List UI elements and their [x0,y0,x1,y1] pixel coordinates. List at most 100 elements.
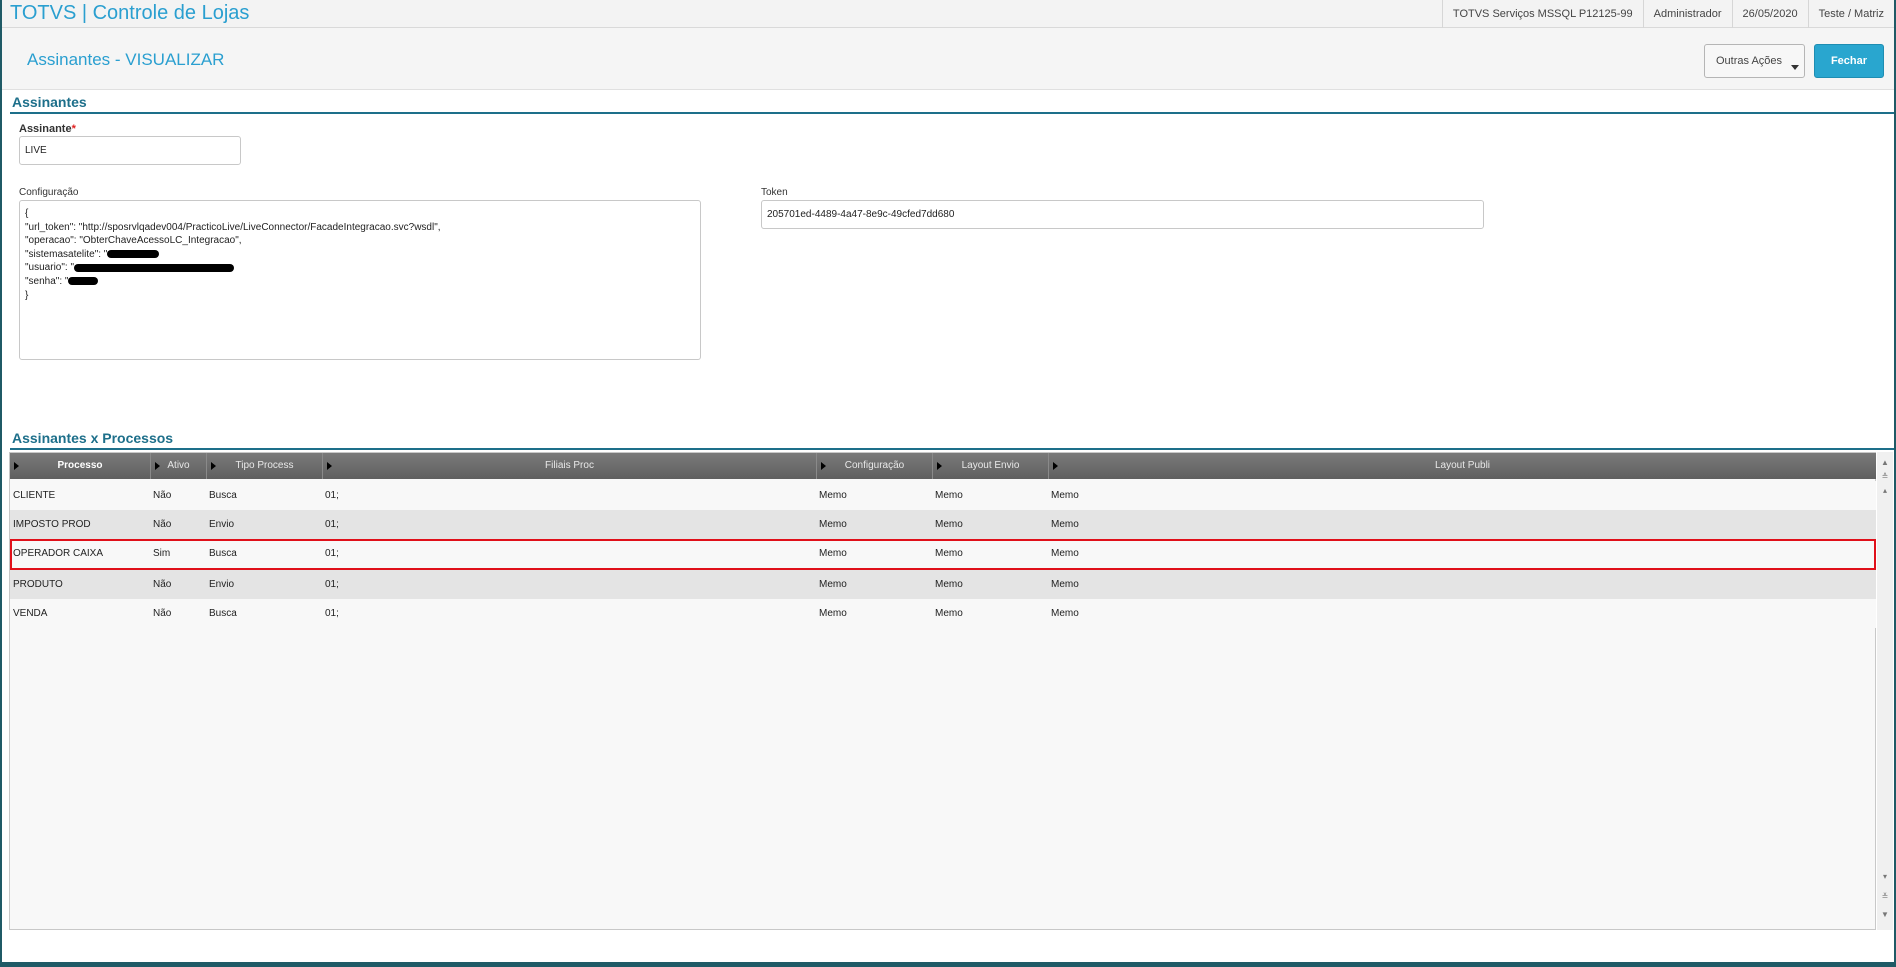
config-label: Configuração [19,187,79,198]
cell-tipo: Busca [209,608,237,619]
subscriber-label: Assinante* [19,123,76,135]
scroll-bottom-icon[interactable]: ▼ [1880,910,1890,920]
table-row[interactable]: IMPOSTO PROD Não Envio 01; Memo Memo Mem… [10,510,1876,539]
cell-ativo: Não [153,608,172,619]
required-mark: * [71,123,76,135]
cell-ativo: Não [153,579,172,590]
config-line: "usuario": " [25,261,695,275]
sort-arrow-icon [155,462,160,470]
config-line-text: "usuario": " [25,262,75,274]
top-info: TOTVS Serviços MSSQL P12125-99 Administr… [1441,0,1894,28]
col-header-layout-envio[interactable]: Layout Envio [933,453,1049,479]
section-divider [10,112,1894,114]
cell-layout-envio: Memo [935,548,963,559]
col-header-filiais[interactable]: Filiais Proc [323,453,817,479]
other-actions-label: Outras Ações [1716,55,1783,67]
cell-processo: PRODUTO [13,579,63,590]
date-info[interactable]: 26/05/2020 [1731,0,1808,28]
table-row[interactable]: PRODUTO Não Envio 01; Memo Memo Memo [10,570,1876,599]
cell-filiais: 01; [325,608,339,619]
col-header-tipo[interactable]: Tipo Process [207,453,323,479]
col-header-layout-publi[interactable]: Layout Publi [1049,453,1876,479]
section-title-processos: Assinantes x Processos [12,430,174,446]
section-title-assinantes: Assinantes [12,94,87,110]
app-title: TOTVS | Controle de Lojas [10,2,250,24]
cell-layout-publi: Memo [1051,579,1079,590]
bottom-border [2,962,1894,967]
cell-processo: IMPOSTO PROD [13,519,91,530]
col-header-label: Layout Envio [961,460,1020,471]
config-textarea[interactable]: { "url_token": "http://sposrvlqadev004/P… [19,200,701,360]
cell-tipo: Busca [209,490,237,501]
cell-tipo: Busca [209,548,237,559]
cell-layout-envio: Memo [935,608,963,619]
sort-arrow-icon [937,462,942,470]
config-line: } [25,289,29,301]
col-header-label: Ativo [167,460,190,471]
cell-processo: VENDA [13,608,48,619]
cell-tipo: Envio [209,579,235,590]
cell-layout-envio: Memo [935,579,963,590]
config-line: "url_token": "http://sposrvlqadev004/Pra… [25,221,441,233]
col-header-config[interactable]: Configuração [817,453,933,479]
col-header-label: Filiais Proc [545,460,594,471]
top-bar: TOTVS | Controle de Lojas TOTVS Serviços… [2,0,1894,28]
processes-grid[interactable]: Processo Ativo Tipo Process Filiais Proc… [9,452,1876,930]
sort-arrow-icon [14,462,19,470]
table-row[interactable]: VENDA Não Busca 01; Memo Memo Memo [10,599,1876,628]
cell-config: Memo [819,579,847,590]
cell-filiais: 01; [325,490,339,501]
col-header-label: Processo [57,460,103,471]
table-row[interactable]: CLIENTE Não Busca 01; Memo Memo Memo [10,481,1876,510]
other-actions-button[interactable]: Outras Ações [1704,44,1805,78]
config-line: "senha": " [25,275,695,289]
page-title: Assinantes - VISUALIZAR [27,50,225,69]
scroll-up-icon[interactable]: ▴ [1880,486,1890,496]
server-info: TOTVS Serviços MSSQL P12125-99 [1441,0,1643,28]
config-line-text: "sistemasatelite": " [25,248,108,260]
col-header-processo[interactable]: Processo [10,453,151,479]
cell-layout-envio: Memo [935,519,963,530]
grid-scrollbar[interactable]: ▲ ≙ ▴ ▾ ≚ ▼ [1877,452,1893,930]
close-button[interactable]: Fechar [1814,44,1884,78]
user-info[interactable]: Administrador [1642,0,1732,28]
cell-config: Memo [819,519,847,530]
grid-header: Processo Ativo Tipo Process Filiais Proc… [10,453,1876,479]
sort-arrow-icon [1053,462,1058,470]
page-header: Assinantes - VISUALIZAR Outras Ações Fec… [2,28,1894,90]
table-row-highlighted[interactable]: OPERADOR CAIXA Sim Busca 01; Memo Memo M… [10,539,1876,570]
token-field[interactable]: 205701ed-4489-4a47-8e9c-49cfed7dd680 [761,200,1484,229]
col-header-label: Layout Publi [1434,460,1491,471]
col-header-label: Configuração [844,460,905,471]
sort-arrow-icon [211,462,216,470]
config-line: "operacao": "ObterChaveAcessoLC_Integrac… [25,235,242,247]
config-line-text: "senha": " [25,275,69,287]
cell-filiais: 01; [325,579,339,590]
cell-ativo: Sim [153,548,171,559]
token-label: Token [761,187,788,198]
scroll-page-down-icon[interactable]: ≚ [1880,892,1890,902]
cell-config: Memo [819,548,847,559]
redaction-mark [107,250,160,259]
cell-layout-envio: Memo [935,490,963,501]
subscriber-field[interactable]: LIVE [19,136,241,165]
redaction-mark [74,263,235,272]
cell-layout-publi: Memo [1051,548,1079,559]
subscriber-label-text: Assinante [19,123,72,135]
cell-processo: OPERADOR CAIXA [13,548,104,559]
cell-layout-publi: Memo [1051,608,1079,619]
config-line: "sistemasatelite": " [25,248,695,262]
cell-ativo: Não [153,490,172,501]
config-line: { [25,208,29,219]
sort-arrow-icon [821,462,826,470]
cell-config: Memo [819,608,847,619]
section-divider [10,448,1894,450]
cell-filiais: 01; [325,519,339,530]
branch-info[interactable]: Teste / Matriz [1807,0,1894,28]
cell-config: Memo [819,490,847,501]
cell-processo: CLIENTE [13,490,56,501]
scroll-down-icon[interactable]: ▾ [1880,872,1890,882]
col-header-ativo[interactable]: Ativo [151,453,207,479]
scroll-top-icon[interactable]: ▲ [1880,458,1890,468]
scroll-page-up-icon[interactable]: ≙ [1880,472,1890,482]
